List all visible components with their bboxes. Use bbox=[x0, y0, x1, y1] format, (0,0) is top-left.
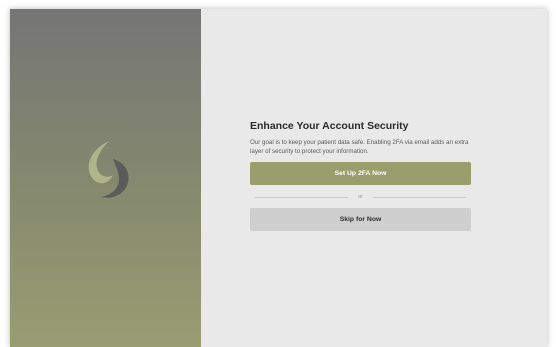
divider-line-right bbox=[372, 196, 467, 198]
security-prompt: Enhance Your Account Security Our goal i… bbox=[250, 120, 471, 231]
divider-line-left bbox=[255, 196, 349, 198]
content-panel: Enhance Your Account Security Our goal i… bbox=[201, 9, 547, 347]
or-divider: or bbox=[255, 192, 467, 202]
description-text: Our goal is to keep your patient data sa… bbox=[250, 139, 469, 155]
brand-swirl-icon bbox=[88, 141, 129, 198]
brand-panel bbox=[10, 9, 201, 347]
page-title: Enhance Your Account Security bbox=[250, 120, 409, 132]
setup-2fa-button[interactable]: Set Up 2FA Now bbox=[250, 162, 471, 185]
app-window: Enhance Your Account Security Our goal i… bbox=[10, 9, 547, 347]
divider-label: or bbox=[358, 194, 363, 200]
skip-button[interactable]: Skip for Now bbox=[250, 208, 471, 231]
